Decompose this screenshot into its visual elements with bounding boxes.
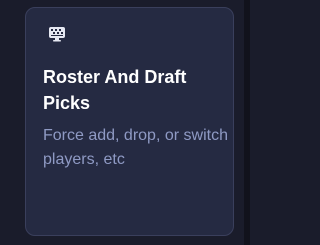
adjacent-panel-edge [244,0,250,245]
card-description: Force add, drop, or switch players, etc [43,127,228,168]
roster-and-draft-picks-card[interactable]: Roster And Draft Picks Force add, drop, … [25,7,234,236]
card-title: Roster And Draft Picks [43,67,187,113]
monitor-icon [48,26,66,42]
